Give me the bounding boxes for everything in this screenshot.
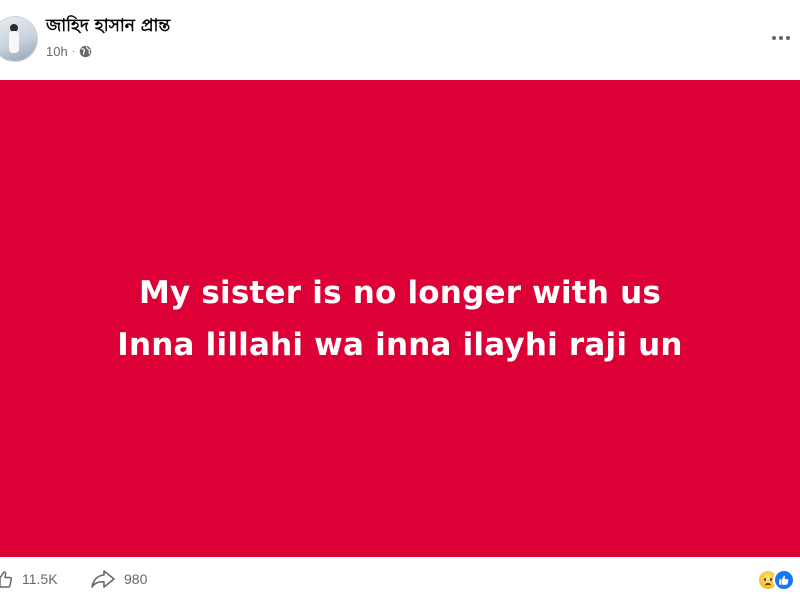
- avatar[interactable]: [0, 16, 38, 62]
- post-meta: 10h ·: [46, 42, 92, 60]
- author-name[interactable]: জাহিদ হাসান প্রান্ত: [46, 13, 170, 41]
- globe-icon[interactable]: [79, 45, 92, 58]
- share-button[interactable]: 980: [90, 569, 147, 589]
- meta-separator: ·: [71, 45, 76, 57]
- reactions-summary[interactable]: [757, 569, 795, 591]
- post-time[interactable]: 10h: [46, 44, 68, 59]
- like-icon: [0, 571, 12, 588]
- post-content: My sister is no longer with us Inna lill…: [0, 80, 800, 557]
- post-header: জাহিদ হাসান প্রান্ত 10h ·: [0, 0, 800, 80]
- like-count: 11.5K: [22, 571, 58, 587]
- more-options-icon[interactable]: [766, 26, 796, 50]
- post-text-line-1: My sister is no longer with us: [138, 274, 662, 311]
- share-icon: [91, 570, 115, 588]
- post-text-line-2: Inna lillahi wa inna ilayhi raji un: [117, 326, 683, 363]
- post-footer: 11.5K 980: [0, 557, 800, 600]
- like-reaction-icon: [773, 569, 795, 591]
- share-count: 980: [124, 571, 148, 587]
- like-button[interactable]: 11.5K: [0, 569, 58, 589]
- post-text: My sister is no longer with us Inna lill…: [117, 267, 682, 371]
